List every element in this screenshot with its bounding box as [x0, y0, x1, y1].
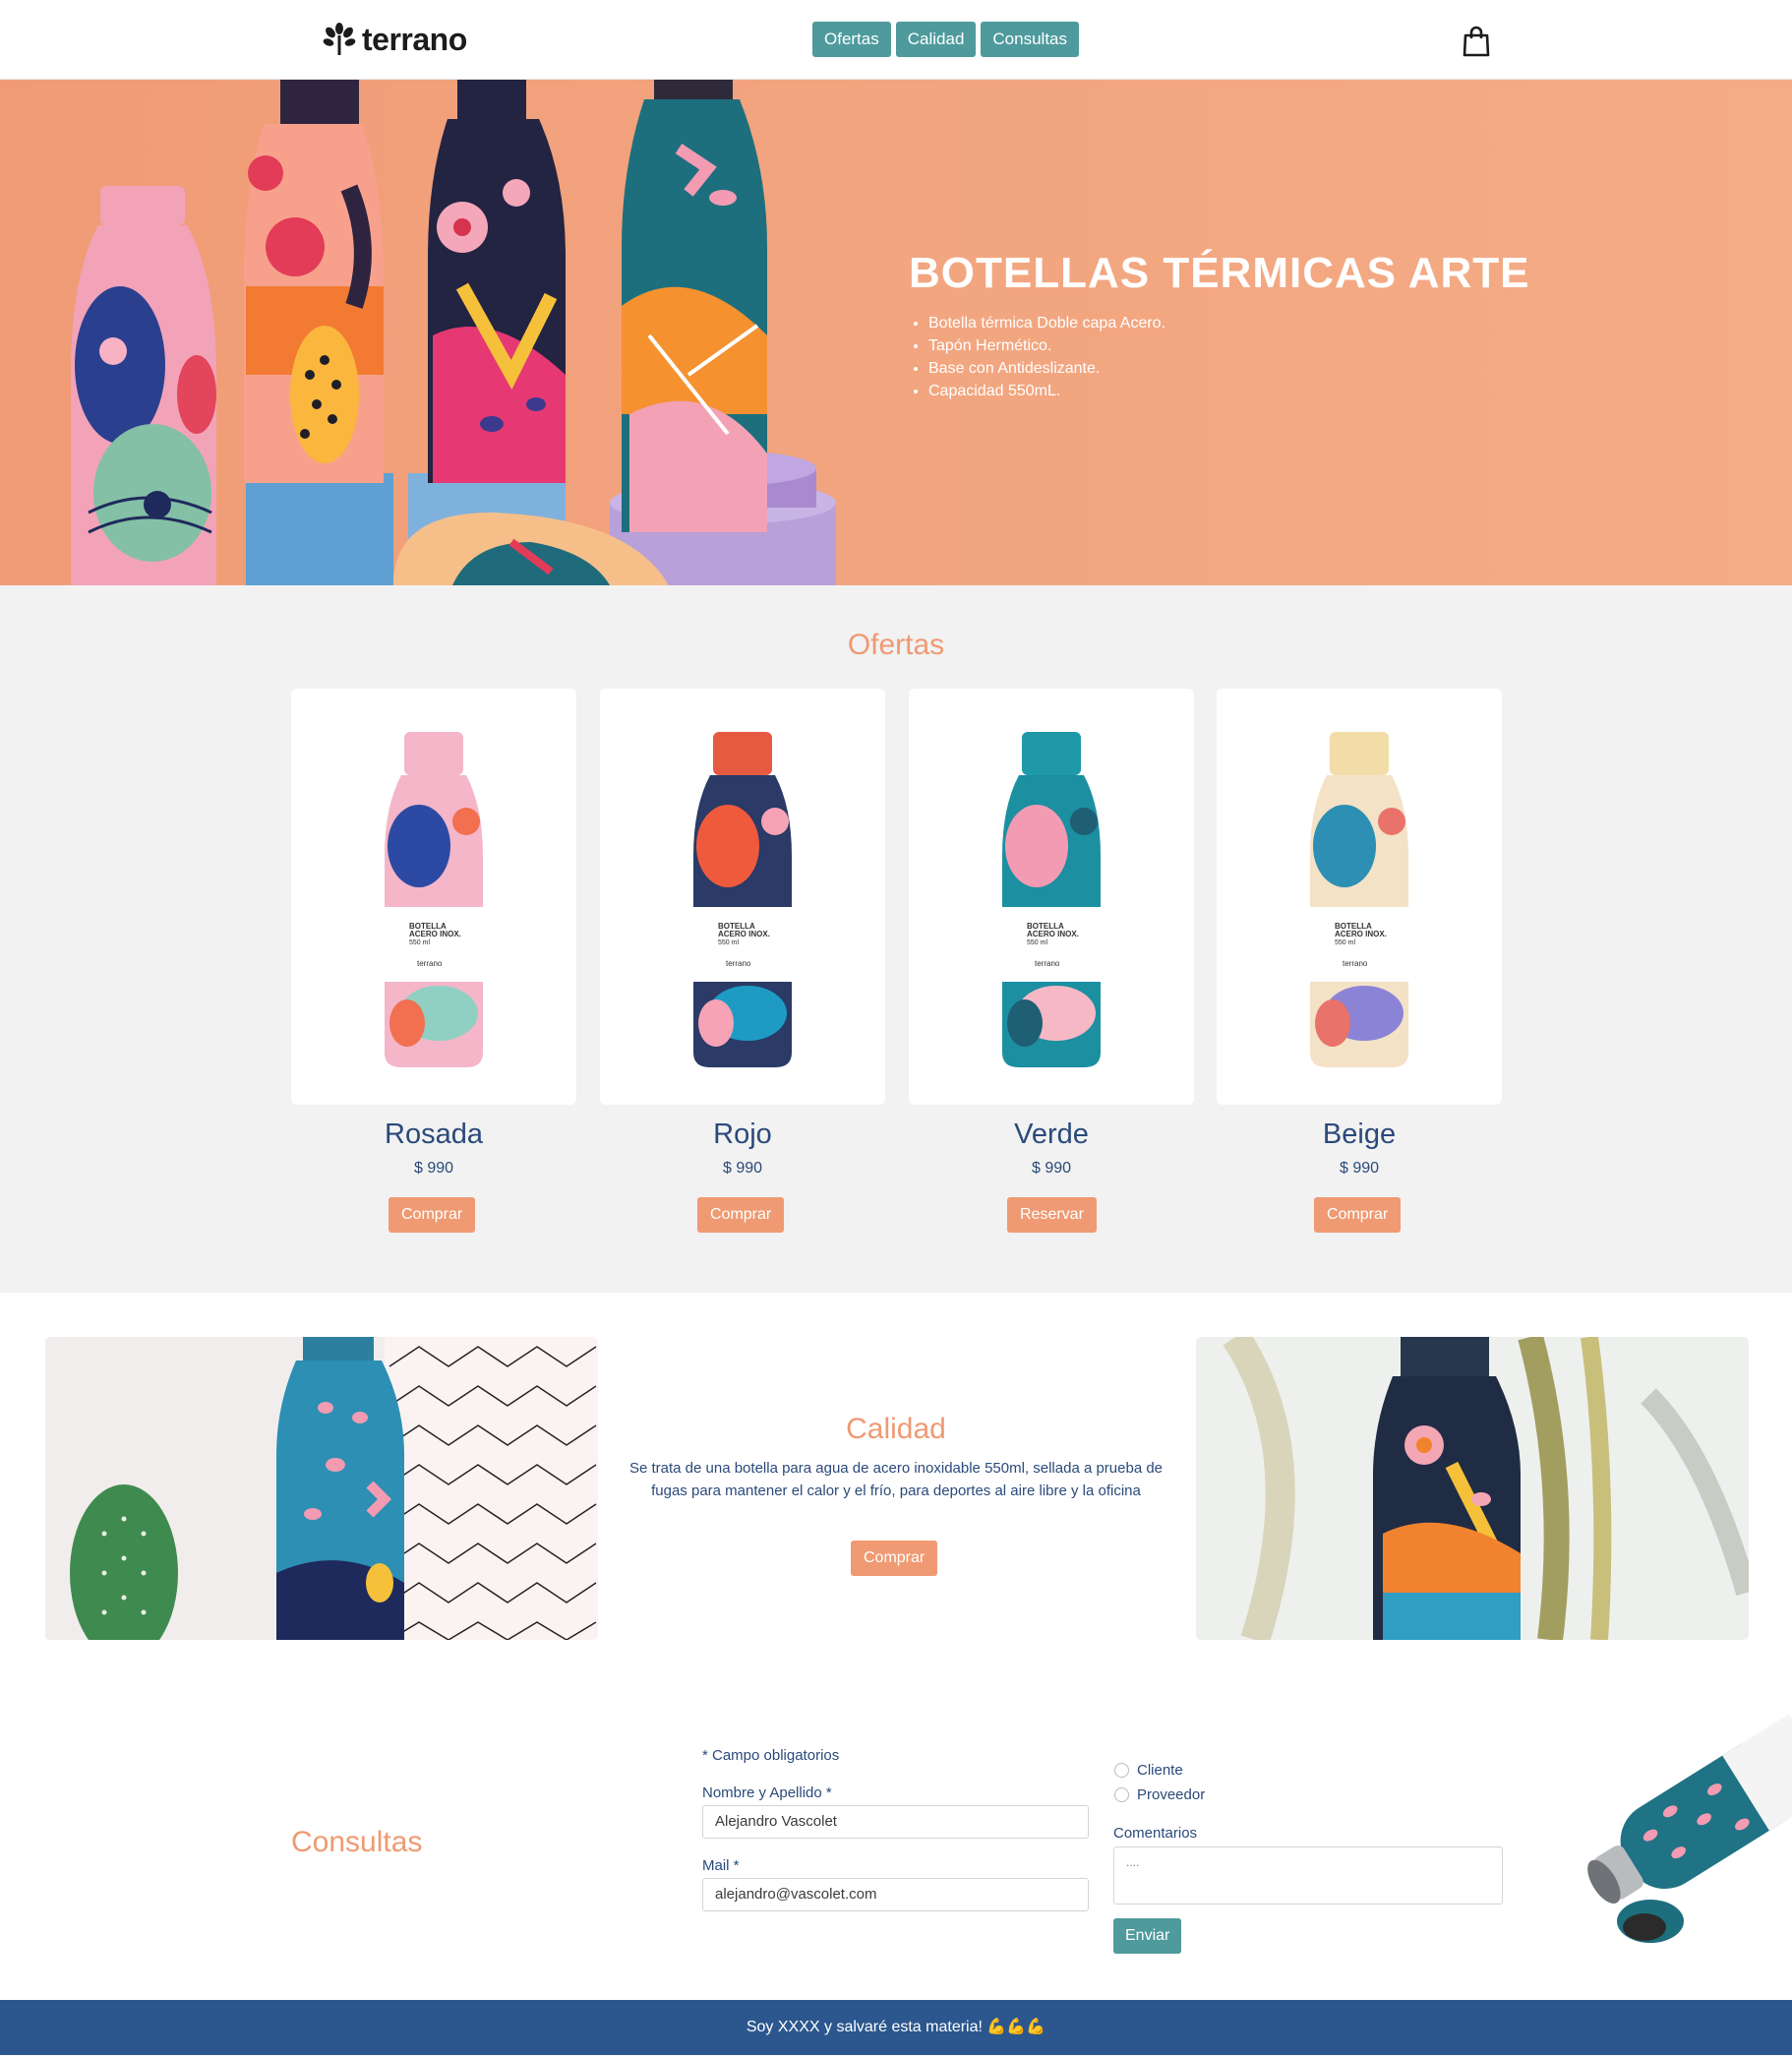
bottle-label-brand: terrano: [417, 959, 443, 968]
required-note: * Campo obligatorios: [702, 1747, 840, 1764]
hero-bottles-image: [71, 80, 836, 585]
bottle-label-line: ACERO INOX.: [409, 930, 461, 938]
product-bottle-image: BOTELLAACERO INOX.550 mlterrano: [385, 732, 483, 1067]
open-bottle-image: [1554, 1697, 1792, 1958]
product-buy-button[interactable]: Comprar: [1314, 1197, 1402, 1233]
site-header: terrano Ofertas Calidad Consultas: [0, 0, 1792, 80]
calidad-title: Calidad: [846, 1413, 946, 1445]
name-label: Nombre y Apellido *: [702, 1785, 832, 1801]
mail-input[interactable]: alejandro@vascolet.com: [702, 1878, 1089, 1911]
product-bottle-image: BOTELLAACERO INOX.550 mlterrano: [1310, 732, 1408, 1067]
bottle-label-line: ACERO INOX.: [718, 930, 770, 938]
product-bottle-image: BOTELLAACERO INOX.550 mlterrano: [693, 732, 792, 1067]
bottle-label-brand: terrano: [1035, 959, 1060, 968]
product-price: $ 990: [722, 1160, 763, 1177]
mail-label: Mail *: [702, 1857, 740, 1874]
radio-circle[interactable]: [1114, 1763, 1129, 1778]
tree-logo-icon: [323, 23, 356, 55]
product-bottle-image: BOTELLAACERO INOX.550 mlterrano: [1002, 732, 1101, 1067]
calidad-image-right: [1196, 1337, 1749, 1640]
radio-label: Proveedor: [1137, 1786, 1206, 1803]
consultas-title: Consultas: [291, 1826, 423, 1858]
bottle-label-line: 550 ml: [409, 939, 430, 946]
bottle-label-brand: terrano: [726, 959, 751, 968]
nav-calidad[interactable]: Calidad: [895, 22, 977, 57]
nav-ofertas[interactable]: Ofertas: [812, 22, 891, 57]
hero-feature: Base con Antideslizante.: [928, 357, 1165, 380]
hero-title: BOTELLAS TÉRMICAS ARTE: [909, 249, 1530, 297]
hero-banner: BOTELLAS TÉRMICAS ARTE Botella térmica D…: [0, 80, 1792, 585]
product-buy-button[interactable]: Comprar: [697, 1197, 785, 1233]
calidad-buy-button[interactable]: Comprar: [851, 1541, 938, 1576]
bottle-label-line: 550 ml: [1027, 939, 1047, 946]
main-nav: Ofertas Calidad Consultas: [812, 22, 1080, 57]
product-name: Rojo: [713, 1119, 772, 1150]
ofertas-title: Ofertas: [847, 629, 945, 661]
product-name: Beige: [1322, 1119, 1397, 1150]
radio-label: Cliente: [1137, 1762, 1183, 1779]
site-footer: Soy XXXX y salvaré esta materia! 💪💪💪: [0, 2000, 1792, 2055]
logo-text: terrano: [362, 21, 467, 57]
hero-feature: Tapón Hermético.: [928, 334, 1165, 357]
bottle-label-brand: terrano: [1343, 959, 1368, 968]
product-name: Rosada: [385, 1119, 483, 1150]
product-card[interactable]: BOTELLA ACERO INOX. 550 ml terrano: [600, 689, 885, 1105]
product-name: Verde: [1014, 1119, 1089, 1150]
shopping-bag-icon[interactable]: [1462, 26, 1491, 57]
product-price: $ 990: [1031, 1160, 1072, 1177]
product-card[interactable]: BOTELLA ACERO INOX. 550 ml terrano: [291, 689, 576, 1105]
radio-circle[interactable]: [1114, 1787, 1129, 1802]
bottle-label-line: 550 ml: [1335, 939, 1355, 946]
comments-label: Comentarios: [1113, 1825, 1198, 1842]
radio-cliente[interactable]: Cliente: [1114, 1762, 1183, 1779]
bottle-label-line: ACERO INOX.: [1335, 930, 1387, 938]
comments-textarea[interactable]: ....: [1113, 1846, 1503, 1905]
hero-feature: Botella térmica Doble capa Acero.: [928, 312, 1165, 334]
calidad-description: Se trata de una botella para agua de ace…: [628, 1460, 1164, 1499]
name-input[interactable]: Alejandro Vascolet: [702, 1805, 1089, 1839]
footer-text: Soy XXXX y salvaré esta materia! 💪💪💪: [746, 2019, 1046, 2035]
logo[interactable]: terrano: [323, 20, 467, 59]
hero-feature: Capacidad 550mL.: [928, 380, 1165, 402]
hero-feature-list: Botella térmica Doble capa Acero. Tapón …: [909, 312, 1165, 402]
calidad-image-left: [45, 1337, 598, 1640]
product-card[interactable]: BOTELLA ACERO INOX. 550 ml terrano: [1217, 689, 1502, 1105]
product-price: $ 990: [1339, 1160, 1380, 1177]
product-card[interactable]: BOTELLA ACERO INOX. 550 ml terrano: [909, 689, 1194, 1105]
ofertas-section: Ofertas BOTELLA ACERO INOX. 550 ml terrano R…: [0, 585, 1792, 1293]
submit-button[interactable]: Enviar: [1113, 1918, 1182, 1954]
product-reserve-button[interactable]: Reservar: [1007, 1197, 1097, 1233]
product-buy-button[interactable]: Comprar: [388, 1197, 476, 1233]
radio-proveedor[interactable]: Proveedor: [1114, 1786, 1205, 1803]
bottle-label-line: 550 ml: [718, 939, 739, 946]
bottle-label-line: ACERO INOX.: [1027, 930, 1079, 938]
product-price: $ 990: [413, 1160, 454, 1177]
nav-consultas[interactable]: Consultas: [981, 22, 1080, 57]
